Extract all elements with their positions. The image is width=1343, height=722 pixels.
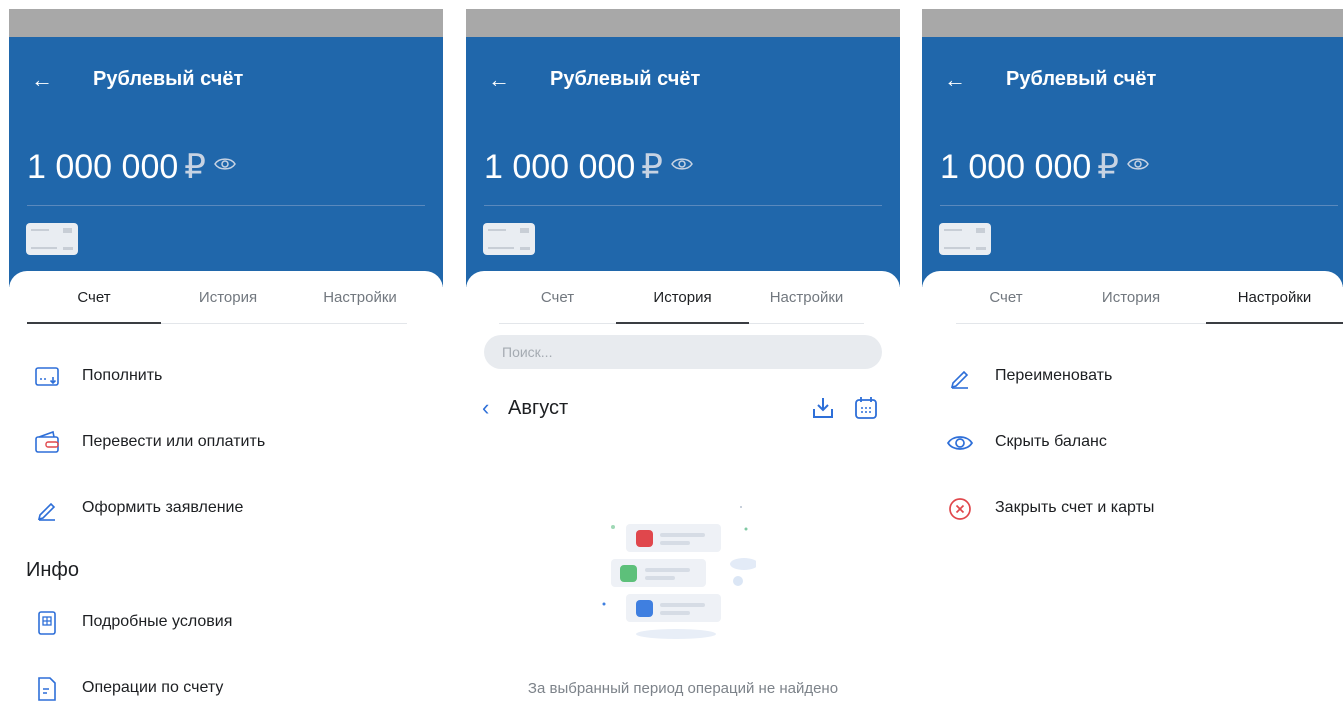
balance-amount: 1 000 000 <box>27 148 179 186</box>
tab-history[interactable]: История <box>1056 285 1206 323</box>
currency-sign: ₽ <box>641 148 663 186</box>
content-sheet: Счет История Настройки Переименовать Скр… <box>922 271 1343 722</box>
info-terms[interactable]: Подробные условия <box>9 601 443 641</box>
eye-icon <box>946 436 974 450</box>
tab-bar: Счет История Настройки <box>27 285 407 324</box>
card-thumbnail[interactable] <box>939 223 991 255</box>
tab-account[interactable]: Счет <box>27 285 161 324</box>
info-label: Подробные условия <box>82 613 233 630</box>
empty-state-message: За выбранный период операций не найдено <box>527 680 839 697</box>
action-label: Пополнить <box>82 367 163 384</box>
account-header: ← Рублевый счёт 1 000 000 ₽ <box>922 37 1343 287</box>
eye-icon[interactable] <box>671 156 693 172</box>
back-arrow-icon[interactable]: ← <box>31 67 53 93</box>
page-title: Рублевый счёт <box>1006 68 1157 90</box>
status-bar <box>466 9 900 37</box>
content-sheet: Счет История Настройки Пополнить Перевес… <box>9 271 443 722</box>
page-title: Рублевый счёт <box>550 68 701 90</box>
tab-bar: Счет История Настройки <box>956 285 1343 324</box>
currency-sign: ₽ <box>184 148 206 186</box>
action-top-up[interactable]: Пополнить <box>9 355 443 395</box>
setting-close-account[interactable]: Закрыть счет и карты <box>922 487 1343 527</box>
wallet-icon <box>35 430 59 453</box>
header-divider <box>940 205 1338 206</box>
setting-label: Скрыть баланс <box>995 433 1107 450</box>
tab-account[interactable]: Счет <box>499 285 616 323</box>
tab-history[interactable]: История <box>161 285 295 323</box>
header-divider <box>27 205 425 206</box>
card-thumbnail[interactable] <box>26 223 78 255</box>
tab-account[interactable]: Счет <box>956 285 1056 323</box>
pencil-icon <box>37 502 56 521</box>
screen-history: ← Рублевый счёт 1 000 000 ₽ Счет История … <box>466 9 900 722</box>
tab-settings[interactable]: Настройки <box>1206 285 1343 324</box>
top-up-icon <box>35 367 59 386</box>
status-bar <box>922 9 1343 37</box>
empty-state-illustration <box>602 506 756 639</box>
header-divider <box>484 205 882 206</box>
action-transfer-pay[interactable]: Перевести или оплатить <box>9 421 443 461</box>
back-arrow-icon[interactable]: ← <box>488 67 510 93</box>
month-title: Август <box>508 397 569 419</box>
info-section-title: Инфо <box>26 559 79 581</box>
tab-history[interactable]: История <box>616 285 749 324</box>
pencil-icon <box>950 370 969 389</box>
download-icon[interactable] <box>810 395 836 421</box>
setting-rename[interactable]: Переименовать <box>922 355 1343 395</box>
chevron-left-icon[interactable]: ‹ <box>482 393 489 423</box>
back-arrow-icon[interactable]: ← <box>944 67 966 93</box>
setting-label: Закрыть счет и карты <box>995 499 1155 516</box>
search-input[interactable]: Поиск... <box>484 335 882 369</box>
account-header: ← Рублевый счёт 1 000 000 ₽ <box>466 37 900 287</box>
eye-icon[interactable] <box>1127 156 1149 172</box>
balance: 1 000 000 ₽ <box>27 147 206 187</box>
balance: 1 000 000 ₽ <box>940 147 1119 187</box>
balance: 1 000 000 ₽ <box>484 147 663 187</box>
setting-label: Переименовать <box>995 367 1113 384</box>
content-sheet: Счет История Настройки Поиск... ‹ Август <box>466 271 900 722</box>
tab-settings[interactable]: Настройки <box>749 285 864 323</box>
document-icon <box>38 677 56 701</box>
action-application[interactable]: Оформить заявление <box>9 487 443 527</box>
action-label: Оформить заявление <box>82 499 244 516</box>
card-thumbnail[interactable] <box>483 223 535 255</box>
info-operations[interactable]: Операции по счету <box>9 667 443 707</box>
setting-hide-balance[interactable]: Скрыть баланс <box>922 421 1343 461</box>
close-circle-icon <box>949 498 971 520</box>
tab-settings[interactable]: Настройки <box>295 285 425 323</box>
document-grid-icon <box>38 611 56 635</box>
tab-bar: Счет История Настройки <box>499 285 864 324</box>
screen-account: ← Рублевый счёт 1 000 000 ₽ Счет История … <box>9 9 443 722</box>
status-bar <box>9 9 443 37</box>
currency-sign: ₽ <box>1097 148 1119 186</box>
balance-amount: 1 000 000 <box>940 148 1092 186</box>
calendar-icon[interactable] <box>853 395 879 421</box>
balance-amount: 1 000 000 <box>484 148 636 186</box>
search-placeholder: Поиск... <box>502 344 553 360</box>
screen-settings: ← Рублевый счёт 1 000 000 ₽ Счет История … <box>922 9 1343 722</box>
account-header: ← Рублевый счёт 1 000 000 ₽ <box>9 37 443 287</box>
page-title: Рублевый счёт <box>93 68 244 90</box>
action-label: Перевести или оплатить <box>82 433 266 450</box>
eye-icon[interactable] <box>214 156 236 172</box>
info-label: Операции по счету <box>82 679 224 696</box>
